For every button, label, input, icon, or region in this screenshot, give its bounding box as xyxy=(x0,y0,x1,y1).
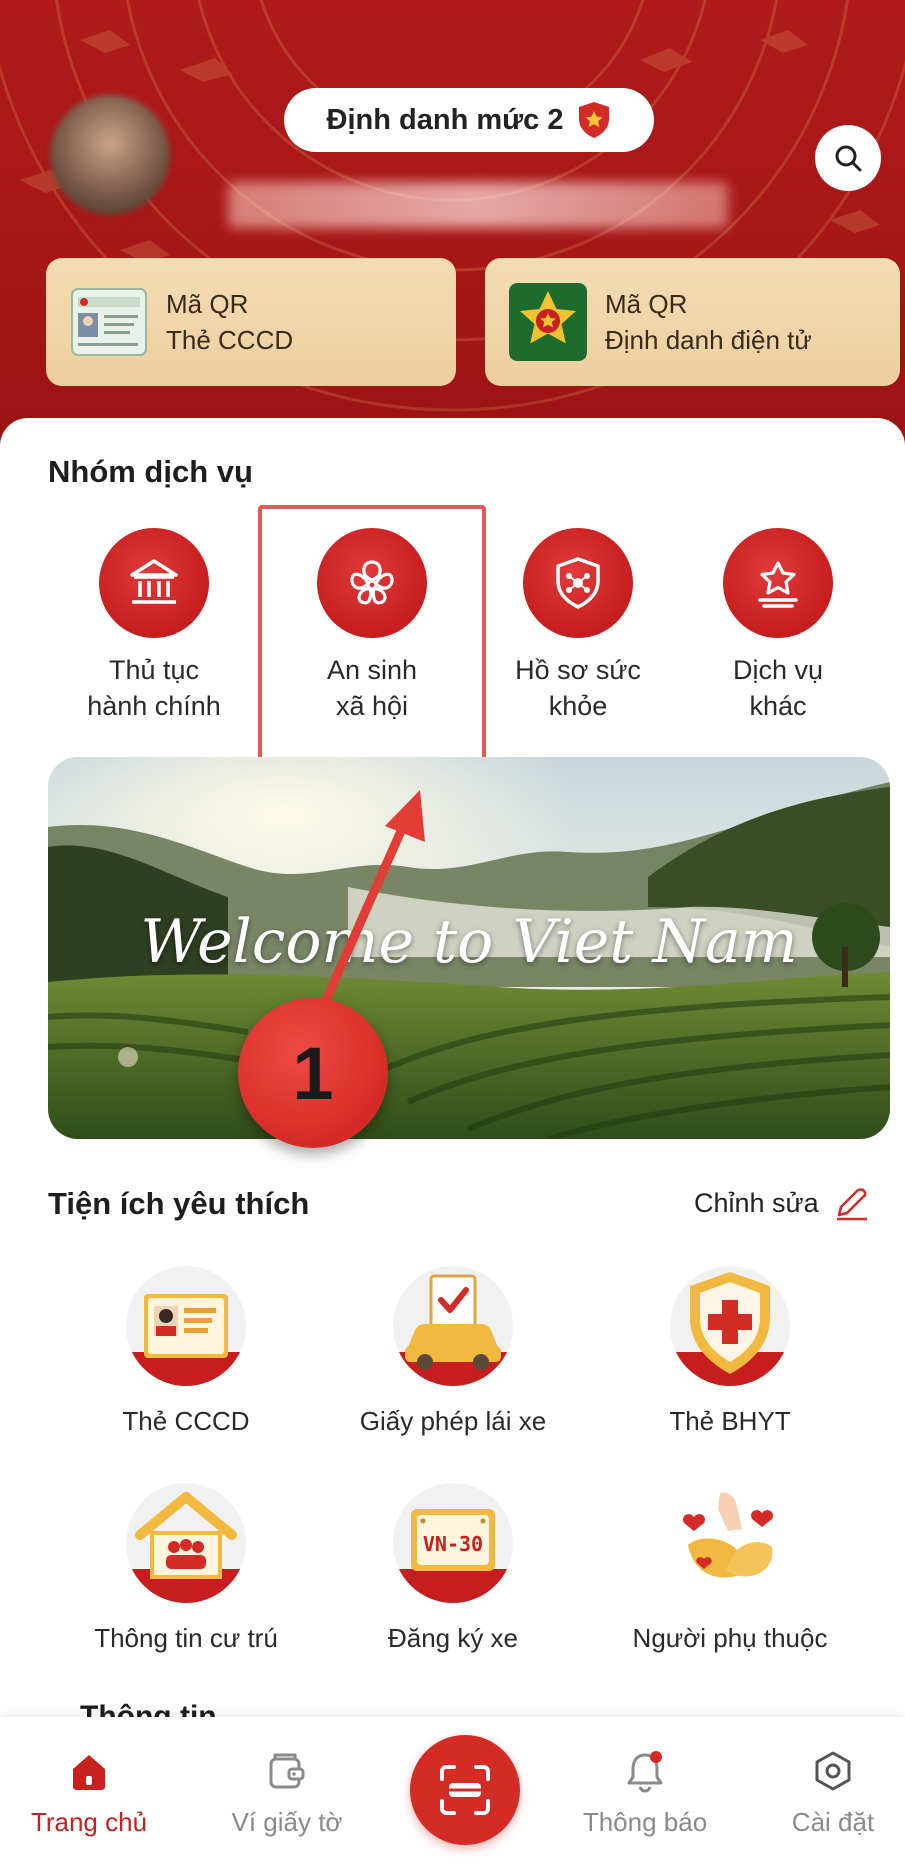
user-name-blurred xyxy=(228,182,728,228)
favorite-label: Thẻ BHYT xyxy=(669,1406,791,1436)
driver-license-icon xyxy=(405,1274,501,1370)
favorites-section-title: Tiện ích yêu thích xyxy=(48,1186,310,1221)
favorite-label: Thẻ CCCD xyxy=(122,1406,250,1436)
favorite-label: Giấy phép lái xe xyxy=(359,1406,547,1436)
favorite-label: Đăng ký xe xyxy=(387,1623,519,1653)
service-label: Dịch vụ khác xyxy=(732,655,824,721)
settings-icon xyxy=(815,1751,851,1791)
favorite-icon-circle xyxy=(126,1483,246,1603)
residence-icon xyxy=(135,1492,237,1579)
favorite-residence-info[interactable]: Thông tin cư trú xyxy=(56,1483,316,1654)
edit-favorites-button[interactable]: Chỉnh sửa xyxy=(694,1185,869,1221)
service-label: Hồ sơ sức khỏe xyxy=(515,655,641,721)
star-icon xyxy=(758,561,798,608)
bell-icon xyxy=(627,1751,663,1793)
qr-digital-id-line2: Định danh điện tử xyxy=(605,325,812,355)
bottom-navigation: Trang chủ Ví giấy tờ Thông báo Cài đặt xyxy=(0,1717,905,1870)
qr-cccd-line2: Thẻ CCCD xyxy=(166,325,294,355)
home-icon xyxy=(73,1755,105,1790)
nav-notifications-label: Thông báo xyxy=(582,1807,708,1837)
pencil-icon xyxy=(836,1188,867,1221)
favorite-vehicle-registration[interactable]: VN-30 Đăng ký xe xyxy=(323,1483,583,1654)
identity-level-badge[interactable]: Định danh mức 2 xyxy=(284,88,654,152)
step-number-badge: 1 xyxy=(238,998,388,1148)
nav-home[interactable]: Trang chủ xyxy=(14,1747,164,1838)
dependents-icon xyxy=(683,1492,773,1578)
qr-digital-id-card[interactable]: Mã QR Định danh điện tử xyxy=(485,258,900,386)
banner-welcome-text: Welcome to Viet Nam xyxy=(140,907,798,977)
scan-icon xyxy=(440,1765,490,1815)
service-icon-circle xyxy=(723,528,833,638)
service-label: Thủ tục hành chính xyxy=(87,655,221,721)
favorite-driver-license[interactable]: Giấy phép lái xe xyxy=(323,1266,583,1437)
favorite-label: Người phụ thuộc xyxy=(632,1623,828,1653)
nav-wallet[interactable]: Ví giấy tờ xyxy=(212,1747,362,1838)
nav-notifications[interactable]: Thông báo xyxy=(570,1747,720,1838)
health-shield-icon xyxy=(556,557,600,609)
highlight-box-annotation xyxy=(258,505,486,777)
id-card-icon xyxy=(144,1294,228,1358)
favorite-icon-circle xyxy=(670,1483,790,1603)
license-plate-text: VN-30 xyxy=(422,1532,484,1556)
edit-favorites-label: Chỉnh sửa xyxy=(694,1187,819,1218)
police-emblem-icon xyxy=(509,283,587,361)
drum-pattern-decoration xyxy=(0,0,905,412)
scan-button[interactable] xyxy=(410,1735,520,1845)
favorite-label: Thông tin cư trú xyxy=(94,1623,278,1653)
bank-icon xyxy=(130,559,178,604)
qr-digital-id-line1: Mã QR xyxy=(605,289,688,319)
favorite-icon-circle xyxy=(126,1266,246,1386)
service-item-other[interactable]: Dịch vụ khác xyxy=(678,528,878,724)
header: Định danh mức 2 Mã QR Thẻ CCCD Mã QR Địn… xyxy=(0,0,905,470)
nav-wallet-label: Ví giấy tờ xyxy=(231,1807,343,1837)
service-item-health-records[interactable]: Hồ sơ sức khỏe xyxy=(478,528,678,724)
qr-cccd-line1: Mã QR xyxy=(166,289,249,319)
wallet-icon xyxy=(269,1753,305,1789)
service-icon-circle xyxy=(523,528,633,638)
favorite-icon-circle xyxy=(670,1266,790,1386)
favorite-icon-circle: VN-30 xyxy=(393,1483,513,1603)
services-section-title: Nhóm dịch vụ xyxy=(48,454,253,489)
nav-settings-label: Cài đặt xyxy=(791,1807,875,1837)
favorite-dependents[interactable]: Người phụ thuộc xyxy=(600,1483,860,1654)
nav-home-label: Trang chủ xyxy=(30,1807,148,1837)
search-button[interactable] xyxy=(815,125,881,191)
qr-cccd-card[interactable]: Mã QR Thẻ CCCD xyxy=(46,258,456,386)
service-item-administrative[interactable]: Thủ tục hành chính xyxy=(54,528,254,724)
health-insurance-icon xyxy=(690,1272,770,1374)
shield-star-icon xyxy=(579,102,610,138)
notification-dot xyxy=(650,1751,662,1763)
favorite-icon-circle xyxy=(393,1266,513,1386)
favorite-health-insurance[interactable]: Thẻ BHYT xyxy=(600,1266,860,1437)
welcome-banner[interactable]: Welcome to Viet Nam xyxy=(48,757,890,1139)
service-icon-circle xyxy=(99,528,209,638)
avatar[interactable] xyxy=(50,95,170,215)
search-icon xyxy=(835,145,862,172)
nav-settings[interactable]: Cài đặt xyxy=(758,1747,905,1838)
id-card-thumbnail-icon xyxy=(71,288,147,356)
favorite-id-card[interactable]: Thẻ CCCD xyxy=(56,1266,316,1437)
identity-level-label: Định danh mức 2 xyxy=(326,103,564,136)
